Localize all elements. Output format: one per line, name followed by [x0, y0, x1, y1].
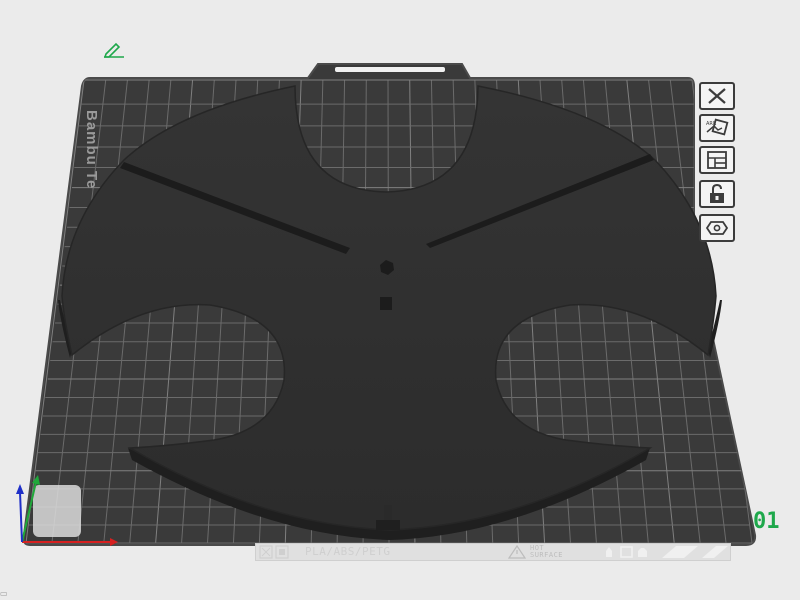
close-icon — [708, 88, 726, 104]
coordinate-axes — [16, 475, 118, 546]
plate-tab-handle — [335, 67, 445, 72]
plate-number: 01 — [753, 509, 780, 534]
layout-icon — [707, 151, 727, 169]
svg-text:ARR: ARR — [706, 121, 717, 127]
surface-label: SURFACE — [530, 551, 564, 559]
plate-settings-button[interactable] — [699, 146, 735, 174]
plate-brand-label: Bambu Te — [83, 110, 100, 190]
arrange-icon: ARR — [706, 118, 729, 136]
auto-arrange-button[interactable]: ARR — [699, 114, 735, 142]
lock-plate-button[interactable] — [699, 180, 735, 208]
edit-plate-name-icon[interactable] — [102, 42, 126, 58]
remove-plate-button[interactable] — [699, 82, 735, 110]
warning-icon — [508, 545, 526, 559]
plate-edge-slots — [662, 546, 728, 558]
build-plate-scene — [22, 63, 757, 546]
plate-material-label: PLA/ABS/PETG — [305, 545, 391, 558]
plate-type-button[interactable] — [699, 214, 735, 242]
hot-surface-warning: HOT SURFACE — [508, 544, 588, 560]
hexagon-icon — [705, 221, 729, 235]
plate-symbols — [606, 546, 647, 558]
3d-viewport[interactable]: Bambu Te ARR 01 PLA/ABS/PETG HOT SURFACE… — [0, 0, 800, 600]
unlock-icon — [710, 183, 724, 203]
corner-indicator: ▭ — [0, 589, 8, 598]
plate-type-icons — [259, 545, 289, 559]
